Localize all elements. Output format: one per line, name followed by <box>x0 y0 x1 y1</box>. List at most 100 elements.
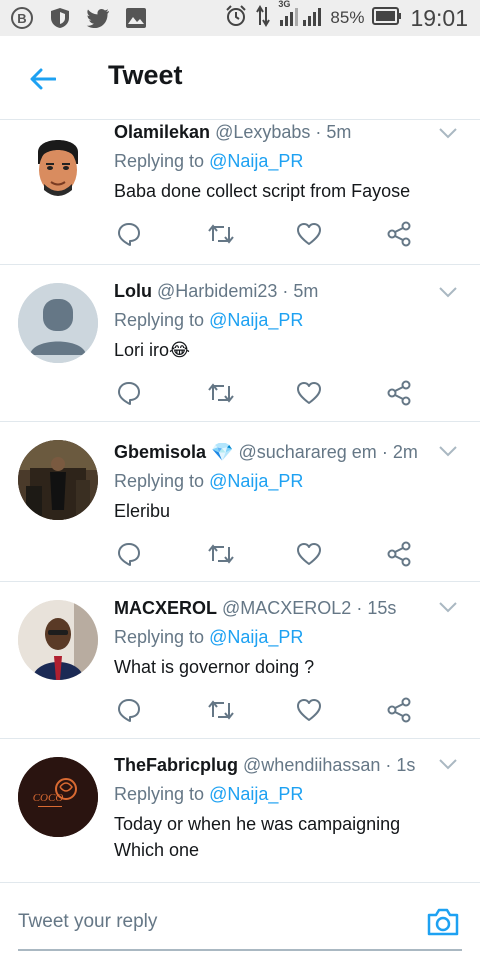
replying-label: Replying to <box>114 627 205 647</box>
avatar[interactable] <box>18 124 98 204</box>
retweet-icon <box>208 544 234 564</box>
reply-list: Olamilekan @Lexybabs · 5m Replying to @N… <box>0 120 480 881</box>
tweet-text: Eleribu <box>114 501 171 521</box>
replying-label: Replying to <box>114 471 205 491</box>
user-handle[interactable]: @Lexybabs <box>215 122 310 142</box>
reply-icon <box>118 382 140 405</box>
svg-text:B: B <box>17 11 26 26</box>
reply-button[interactable] <box>116 540 206 568</box>
user-handle[interactable]: @Harbidemi23 <box>157 281 277 301</box>
display-name[interactable]: TheFabricplug <box>114 755 238 775</box>
replying-label: Replying to <box>114 310 205 330</box>
avatar[interactable]: COCO <box>18 757 98 837</box>
tweet-time: · 5m <box>315 122 352 142</box>
display-name[interactable]: MACXEROL <box>114 598 217 618</box>
retweet-icon <box>208 383 234 403</box>
status-bar: B 3G 85% 19:01 <box>0 0 480 36</box>
retweet-icon <box>208 700 234 720</box>
network-type: 3G <box>278 0 291 9</box>
reply-mention-link[interactable]: @Naija_PR <box>209 471 303 491</box>
share-icon <box>387 380 411 406</box>
chevron-down-icon[interactable] <box>438 285 458 299</box>
battery-icon <box>372 6 402 30</box>
back-arrow-icon[interactable] <box>26 62 60 96</box>
replying-label: Replying to <box>114 784 205 804</box>
retweet-icon <box>208 224 234 244</box>
retweet-button[interactable] <box>206 540 296 568</box>
display-name[interactable]: Gbemisola 💎 <box>114 442 233 462</box>
tweet-text-line-2: Which one <box>114 840 200 860</box>
avatar[interactable] <box>18 440 98 520</box>
chevron-down-icon[interactable] <box>438 444 458 458</box>
chevron-down-icon[interactable] <box>438 600 458 614</box>
heart-icon <box>297 699 321 721</box>
tweet-item[interactable]: MACXEROL @MACXEROL2 · 15s Replying to @N… <box>0 582 480 739</box>
retweet-button[interactable] <box>206 696 296 724</box>
share-icon <box>387 541 411 567</box>
like-button[interactable] <box>296 696 386 724</box>
app-header: Tweet <box>0 36 480 120</box>
tweet-item[interactable]: COCO TheFabricplug @whendiihassan · 1s R… <box>0 739 480 881</box>
replying-label: Replying to <box>114 151 205 171</box>
tweet-time: · 5m <box>282 281 319 301</box>
heart-icon <box>297 223 321 245</box>
avatar[interactable] <box>18 600 98 680</box>
like-button[interactable] <box>296 220 386 248</box>
gallery-icon <box>124 6 148 30</box>
share-button[interactable] <box>386 379 476 407</box>
tweet-time: · 2m <box>381 442 418 462</box>
like-button[interactable] <box>296 540 386 568</box>
tweet-text: What is governor doing ? <box>114 657 315 677</box>
display-name[interactable]: Olamilekan <box>114 122 210 142</box>
tweet-item[interactable]: Gbemisola 💎 @sucharareg em · 2m Replying… <box>0 422 480 582</box>
reply-icon <box>118 543 140 566</box>
data-arrows-icon <box>256 4 271 32</box>
tweet-text: Today or when he was campaigning <box>114 814 401 834</box>
reply-composer <box>0 882 480 960</box>
share-icon <box>387 221 411 247</box>
retweet-button[interactable] <box>206 379 296 407</box>
like-button[interactable] <box>296 379 386 407</box>
reply-input[interactable] <box>18 905 398 939</box>
tweet-text: Lori iro😂 <box>114 340 191 360</box>
battery-percent: 85% <box>330 8 365 27</box>
bbm-icon: B <box>10 6 34 30</box>
retweet-button[interactable] <box>206 220 296 248</box>
reply-button[interactable] <box>116 379 206 407</box>
share-button[interactable] <box>386 696 476 724</box>
avatar[interactable] <box>18 283 98 363</box>
tweet-time: · 15s <box>356 598 397 618</box>
logo-text: COCO <box>33 792 64 804</box>
clock: 19:01 <box>410 4 468 31</box>
user-handle[interactable]: @whendiihassan <box>243 755 380 775</box>
page-title: Tweet <box>108 60 183 90</box>
signal-icon: 3G <box>278 0 322 32</box>
tweet-text: Baba done collect script from Fayose <box>114 181 411 201</box>
reply-icon <box>118 223 140 246</box>
user-handle[interactable]: @sucharareg em <box>238 442 376 462</box>
shield-icon <box>48 6 72 30</box>
alarm-icon <box>224 4 248 33</box>
twitter-bird-icon <box>86 6 110 30</box>
share-button[interactable] <box>386 220 476 248</box>
reply-button[interactable] <box>116 696 206 724</box>
reply-mention-link[interactable]: @Naija_PR <box>209 784 303 804</box>
reply-button[interactable] <box>116 220 206 248</box>
camera-icon[interactable] <box>426 907 460 937</box>
reply-mention-link[interactable]: @Naija_PR <box>209 310 303 330</box>
tweet-time: · 1s <box>385 755 416 775</box>
user-handle[interactable]: @MACXEROL2 <box>222 598 351 618</box>
reply-mention-link[interactable]: @Naija_PR <box>209 151 303 171</box>
reply-icon <box>118 699 140 722</box>
chevron-down-icon[interactable] <box>438 757 458 771</box>
chevron-down-icon[interactable] <box>438 126 458 140</box>
reply-underline <box>18 949 462 951</box>
reply-mention-link[interactable]: @Naija_PR <box>209 627 303 647</box>
tweet-item[interactable]: Lolu @Harbidemi23 · 5m Replying to @Naij… <box>0 265 480 422</box>
display-name[interactable]: Lolu <box>114 281 152 301</box>
heart-icon <box>297 382 321 404</box>
share-button[interactable] <box>386 540 476 568</box>
heart-icon <box>297 543 321 565</box>
share-icon <box>387 697 411 723</box>
tweet-item[interactable]: Olamilekan @Lexybabs · 5m Replying to @N… <box>0 120 480 265</box>
